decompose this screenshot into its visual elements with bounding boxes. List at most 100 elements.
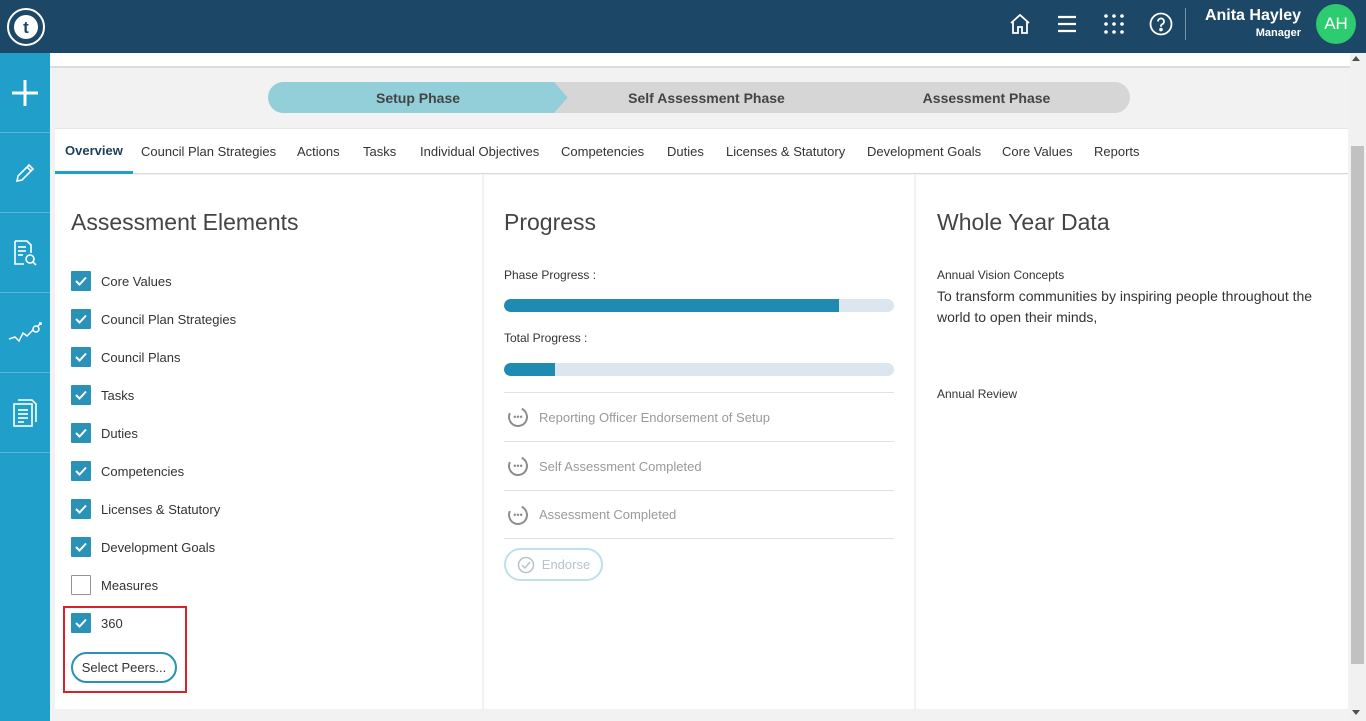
element-label: Council Plan Strategies	[101, 311, 237, 327]
assessment-elements-title: Assessment Elements	[71, 209, 299, 235]
element-core-values[interactable]: Core Values	[71, 271, 172, 291]
endorse-label: Endorse	[541, 557, 591, 572]
user-role: Manager	[1255, 27, 1301, 39]
select-peers-button[interactable]: Select Peers...	[71, 652, 177, 683]
checkbox-checked[interactable]	[71, 423, 91, 443]
element-licenses-statutory[interactable]: Licenses & Statutory	[71, 499, 220, 519]
pending-icon: •••	[505, 404, 531, 430]
header-divider	[1185, 8, 1186, 40]
tab-council-plan-strategies[interactable]: Council Plan Strategies	[141, 129, 276, 174]
user-name[interactable]: Anita Hayley	[1205, 7, 1301, 25]
annual-vision-text: To transform communities by inspiring pe…	[937, 288, 1313, 325]
whole-year-panel	[916, 175, 1348, 709]
checkbox-checked[interactable]	[71, 271, 91, 291]
element-competencies[interactable]: Competencies	[71, 461, 184, 481]
check-icon	[75, 352, 87, 362]
step-self-assessment-completed: ••• Self Assessment Completed	[504, 441, 894, 490]
documents-icon	[13, 398, 37, 427]
step-reporting-officer-endorsement: ••• Reporting Officer Endorsement of Set…	[504, 392, 894, 441]
logo-letter: t	[14, 15, 38, 39]
pending-icon: •••	[505, 501, 531, 528]
top-bar: t Anita Hayley Manager AH	[0, 0, 1366, 53]
check-icon	[75, 542, 87, 552]
pending-icon: •••	[505, 453, 531, 479]
menu-icon[interactable]	[1054, 11, 1080, 37]
scroll-up-arrow-icon[interactable]	[1352, 56, 1360, 61]
whole-year-title: Whole Year Data	[937, 209, 1110, 235]
total-progress-fill	[504, 363, 555, 376]
step-label: Reporting Officer Endorsement of Setup	[539, 409, 770, 425]
endorse-button[interactable]: Endorse	[504, 548, 603, 581]
element-label: Licenses & Statutory	[101, 501, 221, 517]
tab-development-goals[interactable]: Development Goals	[867, 129, 981, 174]
element-label: Competencies	[101, 463, 185, 479]
checkbox-checked[interactable]	[71, 385, 91, 405]
app-logo[interactable]: t	[7, 8, 45, 46]
tab-overview[interactable]: Overview	[55, 129, 133, 174]
scrollbar-thumb[interactable]	[1351, 146, 1364, 664]
checkbox-checked[interactable]	[71, 499, 91, 519]
total-progress-label: Total Progress :	[504, 331, 588, 345]
pencil-icon	[15, 163, 35, 182]
check-icon	[75, 390, 87, 400]
main-top-strip	[50, 53, 1350, 68]
tab-licenses-statutory[interactable]: Licenses & Statutory	[726, 129, 845, 174]
check-icon	[75, 466, 87, 476]
trend-chart-icon	[8, 321, 42, 342]
element-council-plans[interactable]: Council Plans	[71, 347, 181, 367]
sidebar-item-documents[interactable]	[0, 373, 50, 453]
element-label: Tasks	[101, 387, 135, 403]
checkbox-checked[interactable]	[71, 461, 91, 481]
check-icon	[75, 276, 87, 286]
phase-progress-fill	[504, 299, 840, 312]
phase-assessment[interactable]: Assessment Phase	[843, 82, 1130, 113]
check-icon	[75, 504, 87, 514]
checkbox-checked[interactable]	[71, 347, 91, 367]
avatar[interactable]: AH	[1316, 4, 1356, 44]
step-assessment-completed: ••• Assessment Completed	[504, 490, 894, 539]
total-progress-bar	[504, 363, 894, 376]
check-circle-icon	[517, 556, 535, 573]
sidebar-item-edit[interactable]	[0, 133, 50, 213]
annual-vision-label: Annual Vision Concepts	[937, 268, 1065, 282]
home-icon[interactable]	[1007, 11, 1033, 37]
phase-progress-bar	[504, 299, 894, 312]
element-measures[interactable]: Measures	[71, 575, 158, 595]
sidebar-item-review[interactable]	[0, 213, 50, 293]
scroll-down-arrow-icon[interactable]	[1352, 710, 1360, 715]
plus-icon	[12, 79, 38, 106]
phase-progress-label: Phase Progress :	[504, 268, 597, 282]
tab-duties[interactable]: Duties	[667, 129, 704, 174]
annual-review-label: Annual Review	[937, 387, 1018, 401]
element-duties[interactable]: Duties	[71, 423, 138, 443]
tab-tasks[interactable]: Tasks	[363, 129, 396, 174]
check-icon	[75, 314, 87, 324]
element-label: Development Goals	[101, 539, 216, 555]
sidebar	[0, 53, 50, 721]
checkbox-checked[interactable]	[71, 309, 91, 329]
sidebar-item-performance[interactable]	[0, 293, 50, 373]
check-icon	[75, 428, 87, 438]
tab-individual-objectives[interactable]: Individual Objectives	[420, 129, 539, 174]
sidebar-item-add[interactable]	[0, 53, 50, 133]
tab-competencies[interactable]: Competencies	[561, 129, 644, 174]
checkbox-unchecked[interactable]	[71, 575, 91, 595]
element-label: Duties	[101, 425, 138, 441]
phase-self-assessment[interactable]: Self Assessment Phase	[554, 82, 859, 113]
tab-core-values[interactable]: Core Values	[1002, 129, 1073, 174]
element-development-goals[interactable]: Development Goals	[71, 537, 215, 557]
tab-reports[interactable]: Reports	[1094, 129, 1140, 174]
checkbox-checked[interactable]	[71, 537, 91, 557]
element-label: Council Plans	[101, 349, 181, 365]
phase-setup[interactable]: Setup Phase	[268, 82, 568, 113]
apps-grid-icon[interactable]	[1101, 11, 1127, 37]
step-label: Assessment Completed	[539, 507, 677, 522]
element-label: Core Values	[101, 273, 172, 289]
element-tasks[interactable]: Tasks	[71, 385, 134, 405]
progress-title: Progress	[504, 209, 597, 235]
element-label: Measures	[101, 577, 159, 593]
document-search-icon	[14, 239, 37, 266]
element-council-plan-strategies[interactable]: Council Plan Strategies	[71, 309, 236, 329]
tab-actions[interactable]: Actions	[297, 129, 340, 174]
help-icon[interactable]	[1148, 11, 1174, 37]
